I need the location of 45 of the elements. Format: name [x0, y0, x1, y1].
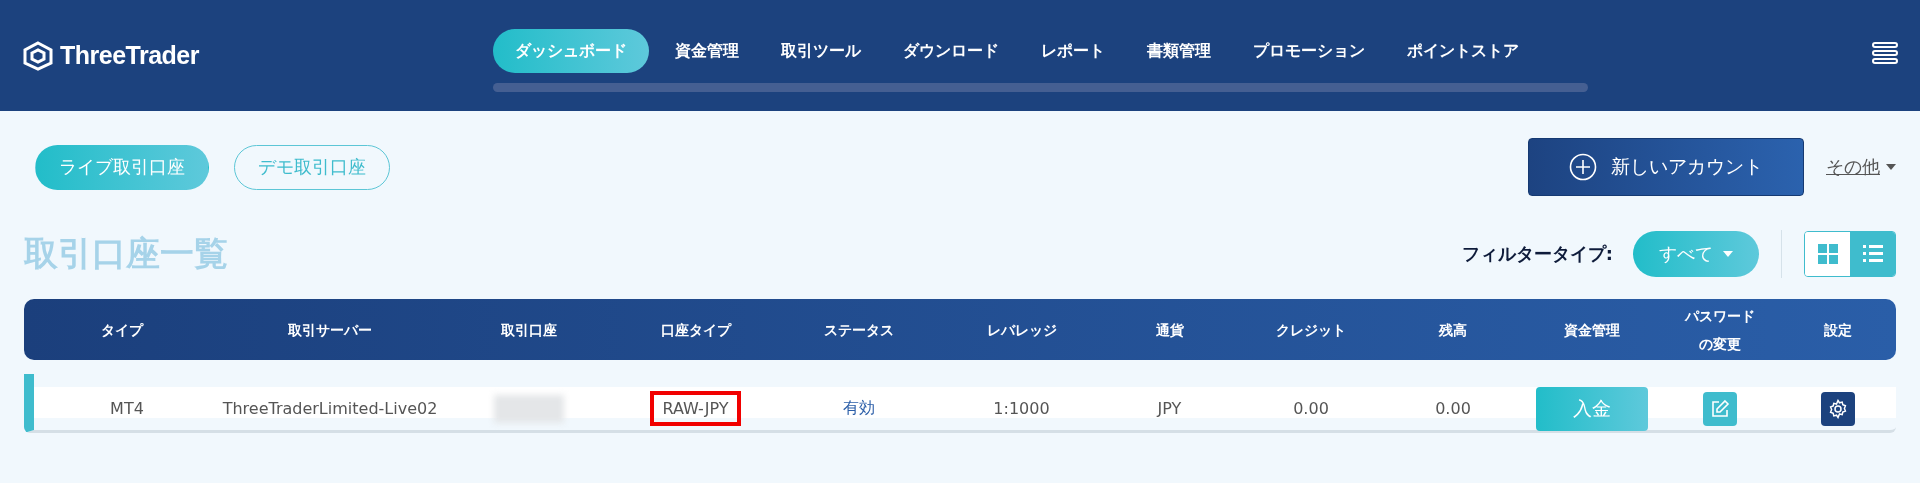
column-header: ステータス: [823, 320, 894, 340]
settings-button[interactable]: [1820, 391, 1855, 426]
column-header: タイプ: [101, 320, 143, 340]
logo-icon: [22, 40, 54, 71]
plus-icon: [1569, 153, 1597, 181]
new-account-button[interactable]: 新しいアカウント: [1528, 138, 1804, 196]
nav-tab[interactable]: レポート: [1023, 29, 1123, 73]
table-cell: 1:1000: [993, 399, 1050, 418]
nav-tab[interactable]: プロモーション: [1235, 29, 1383, 73]
menu-icon[interactable]: [1872, 41, 1898, 65]
settings-icon: [1827, 398, 1848, 419]
view-toggle-button[interactable]: [1805, 232, 1850, 276]
page-title: 取引口座一覧: [24, 232, 228, 275]
column-header: 設定: [1823, 320, 1852, 340]
view-toggle-button[interactable]: [1850, 232, 1895, 276]
column-header: クレジット: [1276, 320, 1346, 340]
table-cell: RAW-JPY: [650, 391, 741, 426]
filter-label: フィルタータイプ:: [1461, 242, 1613, 266]
column-header: 資金管理: [1563, 320, 1620, 340]
column-header: 取引口座: [501, 320, 557, 340]
column-header: 残高: [1439, 320, 1467, 340]
table-cell: ThreeTraderLimited-Live02: [222, 399, 438, 418]
logo[interactable]: ThreeTrader: [60, 41, 199, 70]
nav-tab[interactable]: 書類管理: [1129, 29, 1229, 73]
table-cell: JPY: [1157, 399, 1182, 418]
nav-tab[interactable]: 資金管理: [657, 29, 757, 73]
column-header: レバレッジ: [986, 320, 1057, 340]
list-icon: [1862, 245, 1883, 263]
table-cell: 0.00: [1435, 399, 1471, 418]
table-cell: MT4: [110, 399, 144, 418]
edit-button[interactable]: [1702, 391, 1737, 426]
nav-tab[interactable]: 取引ツール: [763, 29, 879, 73]
grid-icon: [1817, 244, 1838, 264]
table-cell: 0.00: [1293, 399, 1329, 418]
column-header: 通貨: [1155, 320, 1184, 340]
nav-tab[interactable]: ダウンロード: [885, 29, 1017, 73]
column-header: パスワードの変更: [1683, 306, 1756, 354]
column-header: 口座タイプ: [660, 320, 731, 340]
edit-icon: [1709, 398, 1730, 419]
more-menu[interactable]: その他: [1826, 155, 1896, 179]
caret-icon: [1723, 251, 1733, 257]
column-header: 取引サーバー: [288, 320, 372, 340]
status-link[interactable]: 有効: [842, 398, 875, 419]
caret-icon: [1886, 164, 1896, 170]
nav-tab[interactable]: ポイントストア: [1389, 29, 1537, 73]
